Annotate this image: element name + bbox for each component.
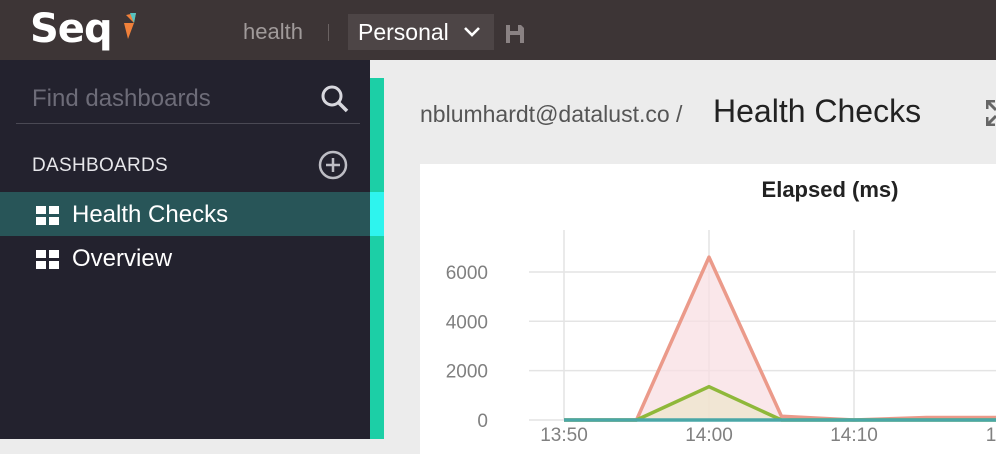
dashboard-owner[interactable]: nblumhardt@datalust.co / — [420, 101, 682, 128]
fullscreen-icon[interactable] — [986, 100, 996, 126]
x-tick-label: 14: — [986, 425, 996, 446]
y-tick-label: 6000 — [446, 263, 488, 284]
y-tick-label: 2000 — [446, 362, 488, 383]
top-bar: Seq health Personal — [0, 0, 996, 60]
y-tick-label: 4000 — [446, 312, 488, 333]
sidebar-item-label: Health Checks — [72, 201, 229, 228]
signal-breadcrumb[interactable]: health — [243, 19, 303, 45]
x-tick-label: 13:50 — [540, 425, 588, 446]
elapsed-chart: 0 2000 4000 6000 13:50 14:00 14:10 14: — [446, 230, 996, 446]
seq-logo[interactable]: Seq — [30, 6, 113, 52]
save-icon[interactable] — [505, 24, 525, 44]
dashboard-grid-icon — [36, 206, 59, 225]
search-icon[interactable] — [320, 84, 350, 114]
x-tick-label: 14:00 — [685, 425, 733, 446]
owner-scope-dropdown[interactable]: Personal — [348, 14, 494, 50]
breadcrumb-divider — [328, 24, 329, 41]
owner-scope-label: Personal — [358, 19, 449, 45]
dashboard-search-input[interactable] — [16, 74, 360, 124]
chart-card: Elapsed (ms) 0 2000 4000 6000 13:50 14:00 14:1… — [420, 164, 996, 454]
series-line-0 — [564, 255, 996, 422]
dashboards-heading: DASHBOARDS — [32, 155, 169, 176]
chevron-down-icon — [464, 27, 480, 37]
page-title: Health Checks — [713, 93, 922, 129]
sidebar-item-health-checks[interactable]: Health Checks — [0, 192, 370, 236]
sidebar-item-label: Overview — [72, 245, 173, 272]
active-item-indicator — [370, 192, 384, 236]
series-area-0 — [564, 257, 996, 420]
sidebar: DASHBOARDS Health Checks Overview — [0, 60, 370, 439]
sidebar-item-overview[interactable]: Overview — [0, 236, 370, 280]
x-tick-label: 14:10 — [830, 425, 878, 446]
dashboard-grid-icon — [36, 250, 59, 269]
dashboard-main: nblumhardt@datalust.co / Health Checks E… — [384, 60, 996, 454]
sidebar-resize-handle[interactable] — [370, 78, 384, 439]
seq-logo-mark-icon — [124, 13, 136, 39]
y-tick-label: 0 — [477, 411, 488, 432]
add-dashboard-icon[interactable] — [318, 150, 348, 180]
